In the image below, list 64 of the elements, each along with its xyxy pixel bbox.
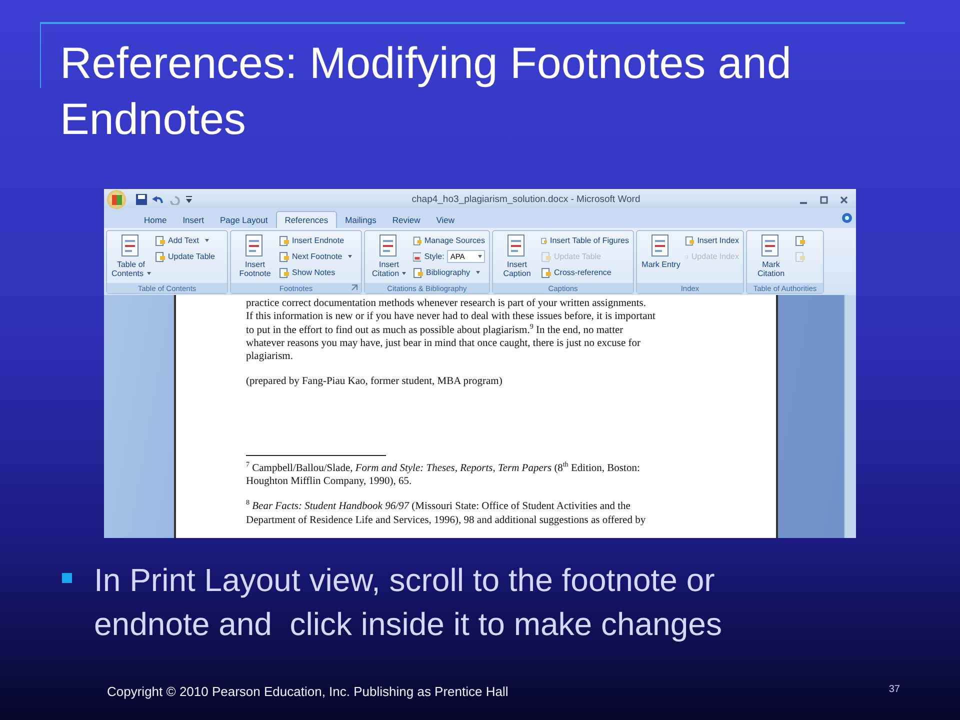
document-icon <box>155 236 165 246</box>
window-title: chap4_ho3_plagiarism_solution.docx - Microsoft Word <box>410 194 642 205</box>
document-icon <box>121 234 141 258</box>
document-icon <box>541 268 551 278</box>
office-button[interactable] <box>107 190 126 209</box>
document-icon <box>507 234 527 258</box>
save-icon[interactable] <box>136 194 147 205</box>
document-icon <box>685 236 694 246</box>
restore-icon[interactable] <box>820 196 828 204</box>
undo-icon[interactable] <box>152 194 164 204</box>
ribbon-button[interactable]: Insert Table of Figures <box>539 233 631 248</box>
ribbon-button[interactable]: Add Text <box>153 233 217 248</box>
ribbon-button[interactable]: Next Footnote <box>277 249 354 264</box>
document-icon <box>413 268 423 278</box>
bullet-icon <box>62 573 72 583</box>
ribbon-button[interactable]: Update Table <box>153 249 217 264</box>
document-icon <box>279 268 289 278</box>
ribbon-button[interactable]: Insert Citation <box>367 233 411 281</box>
document-icon <box>155 252 165 262</box>
ribbon-tab[interactable]: View <box>428 211 462 228</box>
slide-number: 37 <box>888 684 900 695</box>
slide-title: References: Modifying Footnotes and Endnotes <box>60 38 792 146</box>
style-icon <box>413 252 422 262</box>
ribbon-button[interactable]: Show Notes <box>277 265 354 280</box>
ribbon-button[interactable]: Insert Footnote <box>233 233 277 281</box>
close-icon[interactable] <box>840 196 848 204</box>
document-icon <box>279 252 289 262</box>
ribbon-tab[interactable]: References <box>276 211 338 228</box>
document-icon <box>279 236 289 246</box>
ribbon-tab[interactable]: Insert <box>174 211 212 228</box>
ribbon-button[interactable]: Cross-reference <box>539 265 631 280</box>
document-icon <box>413 236 422 246</box>
document-icon <box>541 236 547 246</box>
ribbon-tab[interactable]: Page Layout <box>212 211 276 228</box>
ribbon-button[interactable]: Table of Contents <box>109 233 153 281</box>
document-icon <box>379 234 399 258</box>
ribbon-tab[interactable]: Mailings <box>337 211 384 228</box>
footnote-text[interactable]: $^{8}$ Bear Facts: Student Handbook 96/97 (Missouri State: Office of Student Activities and the Department of Residence Life and Services, 1996), 98 and additional suggestions as offered by <box>246 500 646 527</box>
ribbon-button[interactable]: Insert Index <box>683 233 741 248</box>
ribbon-button[interactable]: Manage Sources <box>411 233 487 248</box>
document-icon <box>795 252 805 262</box>
bullet-text: In Print Layout view, scroll to the footnote or endnote and click inside it to make changes <box>94 561 723 644</box>
ribbon-tab[interactable]: Review <box>384 211 428 228</box>
help-icon[interactable] <box>842 213 852 223</box>
paragraph-text[interactable]: (prepared by Fang-Piau Kao, former student, MBA program) <box>246 375 502 389</box>
ribbon-button[interactable] <box>793 233 807 248</box>
ribbon-button[interactable]: Bibliography <box>411 265 487 280</box>
dialog-launcher-icon[interactable] <box>351 284 358 291</box>
document-icon <box>795 236 805 246</box>
ribbon-button[interactable]: Mark Citation <box>749 233 793 281</box>
document-icon <box>245 234 265 258</box>
ribbon-button[interactable]: Insert Endnote <box>277 233 354 248</box>
footnote-text[interactable]: $^{7}$ Campbell/Ballou/Slade, Form and Style: Theses, Reports, Term Papers (8$^{th}$ Edition, Boston: Houghton Mifflin Company, 1990), 65. <box>246 462 640 488</box>
style-label: Style: <box>424 252 444 261</box>
ribbon-button[interactable]: Insert Caption <box>495 233 539 281</box>
customize-icon[interactable] <box>186 196 192 204</box>
ribbon-tab[interactable]: Home <box>136 211 175 228</box>
copyright-text: Copyright © 2010 Pearson Education, Inc. Publishing as Prentice Hall <box>107 684 508 699</box>
scroll-bar[interactable] <box>844 295 856 538</box>
document-icon <box>541 252 551 262</box>
document-icon <box>761 234 781 258</box>
document-icon <box>651 234 671 258</box>
paragraph-text[interactable]: practice correct documentation methods whenever research is part of your written assignments. If this information is new or if you have never had to deal with these issues before, it is important to put in the effort to find out as much as possible about plagiarism.$^{9}$ In the end, no matter whatever reasons you may have, just bear in mind that once caught, there is just no excuse for plagiarism. <box>246 297 656 364</box>
ribbon-button[interactable]: Mark Entry <box>639 233 683 281</box>
